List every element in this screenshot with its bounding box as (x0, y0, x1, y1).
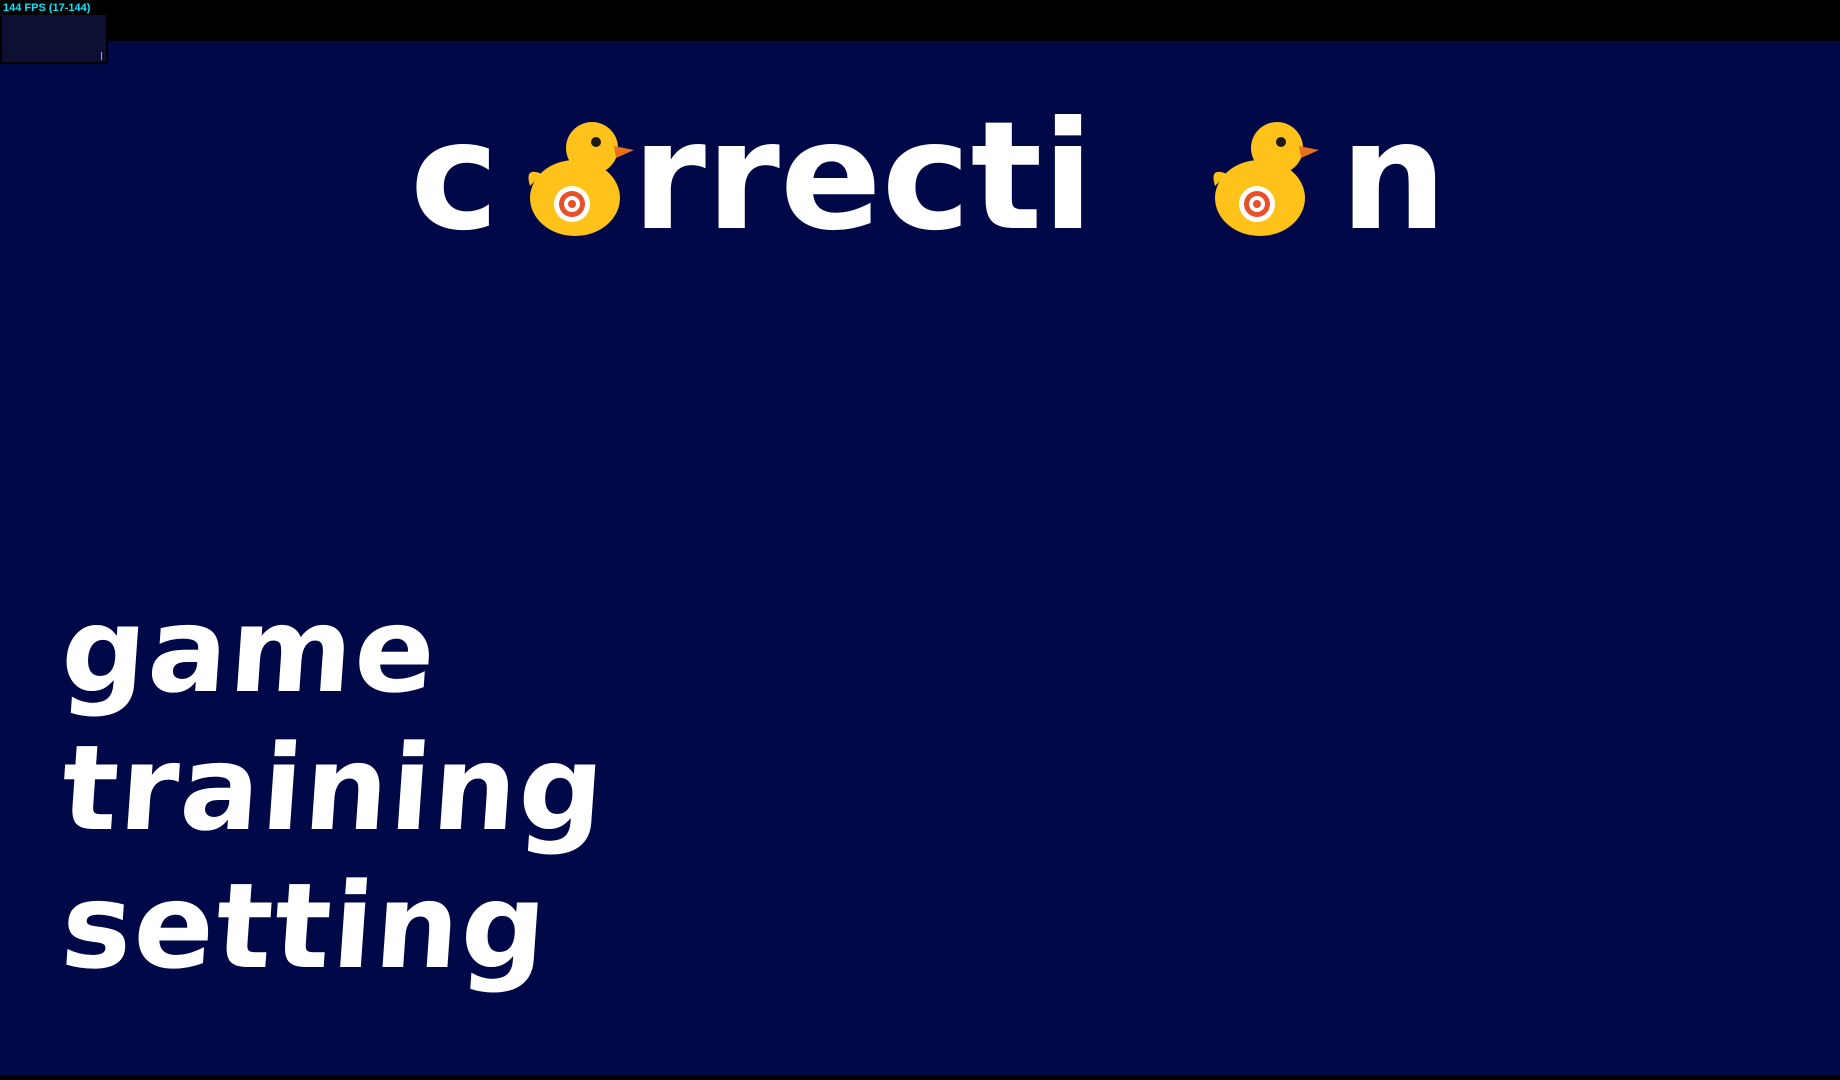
fps-label: 144 FPS (17-144) (3, 2, 91, 14)
menu-item-training[interactable]: training (57, 719, 767, 857)
fps-graph-bar (101, 52, 102, 60)
title-letters-end: n (1340, 106, 1440, 246)
game-title-logo: c rrecti n (410, 106, 1440, 246)
rubber-duck-target-icon (1213, 122, 1319, 236)
fps-graph (2, 15, 106, 62)
title-letters-middle: rrecti (632, 106, 1094, 246)
game-canvas: c rrecti n game training setting (0, 41, 1840, 1075)
title-letters-start: c (410, 106, 499, 246)
game-window: 144 FPS (17-144) c rrecti n game trainin… (0, 0, 1840, 1080)
menu-item-game[interactable]: game (57, 581, 767, 719)
menu-item-setting[interactable]: setting (57, 857, 767, 995)
rubber-duck-target-icon (528, 122, 634, 236)
main-menu: game training setting (57, 581, 762, 995)
fps-meter: 144 FPS (17-144) (0, 0, 108, 64)
